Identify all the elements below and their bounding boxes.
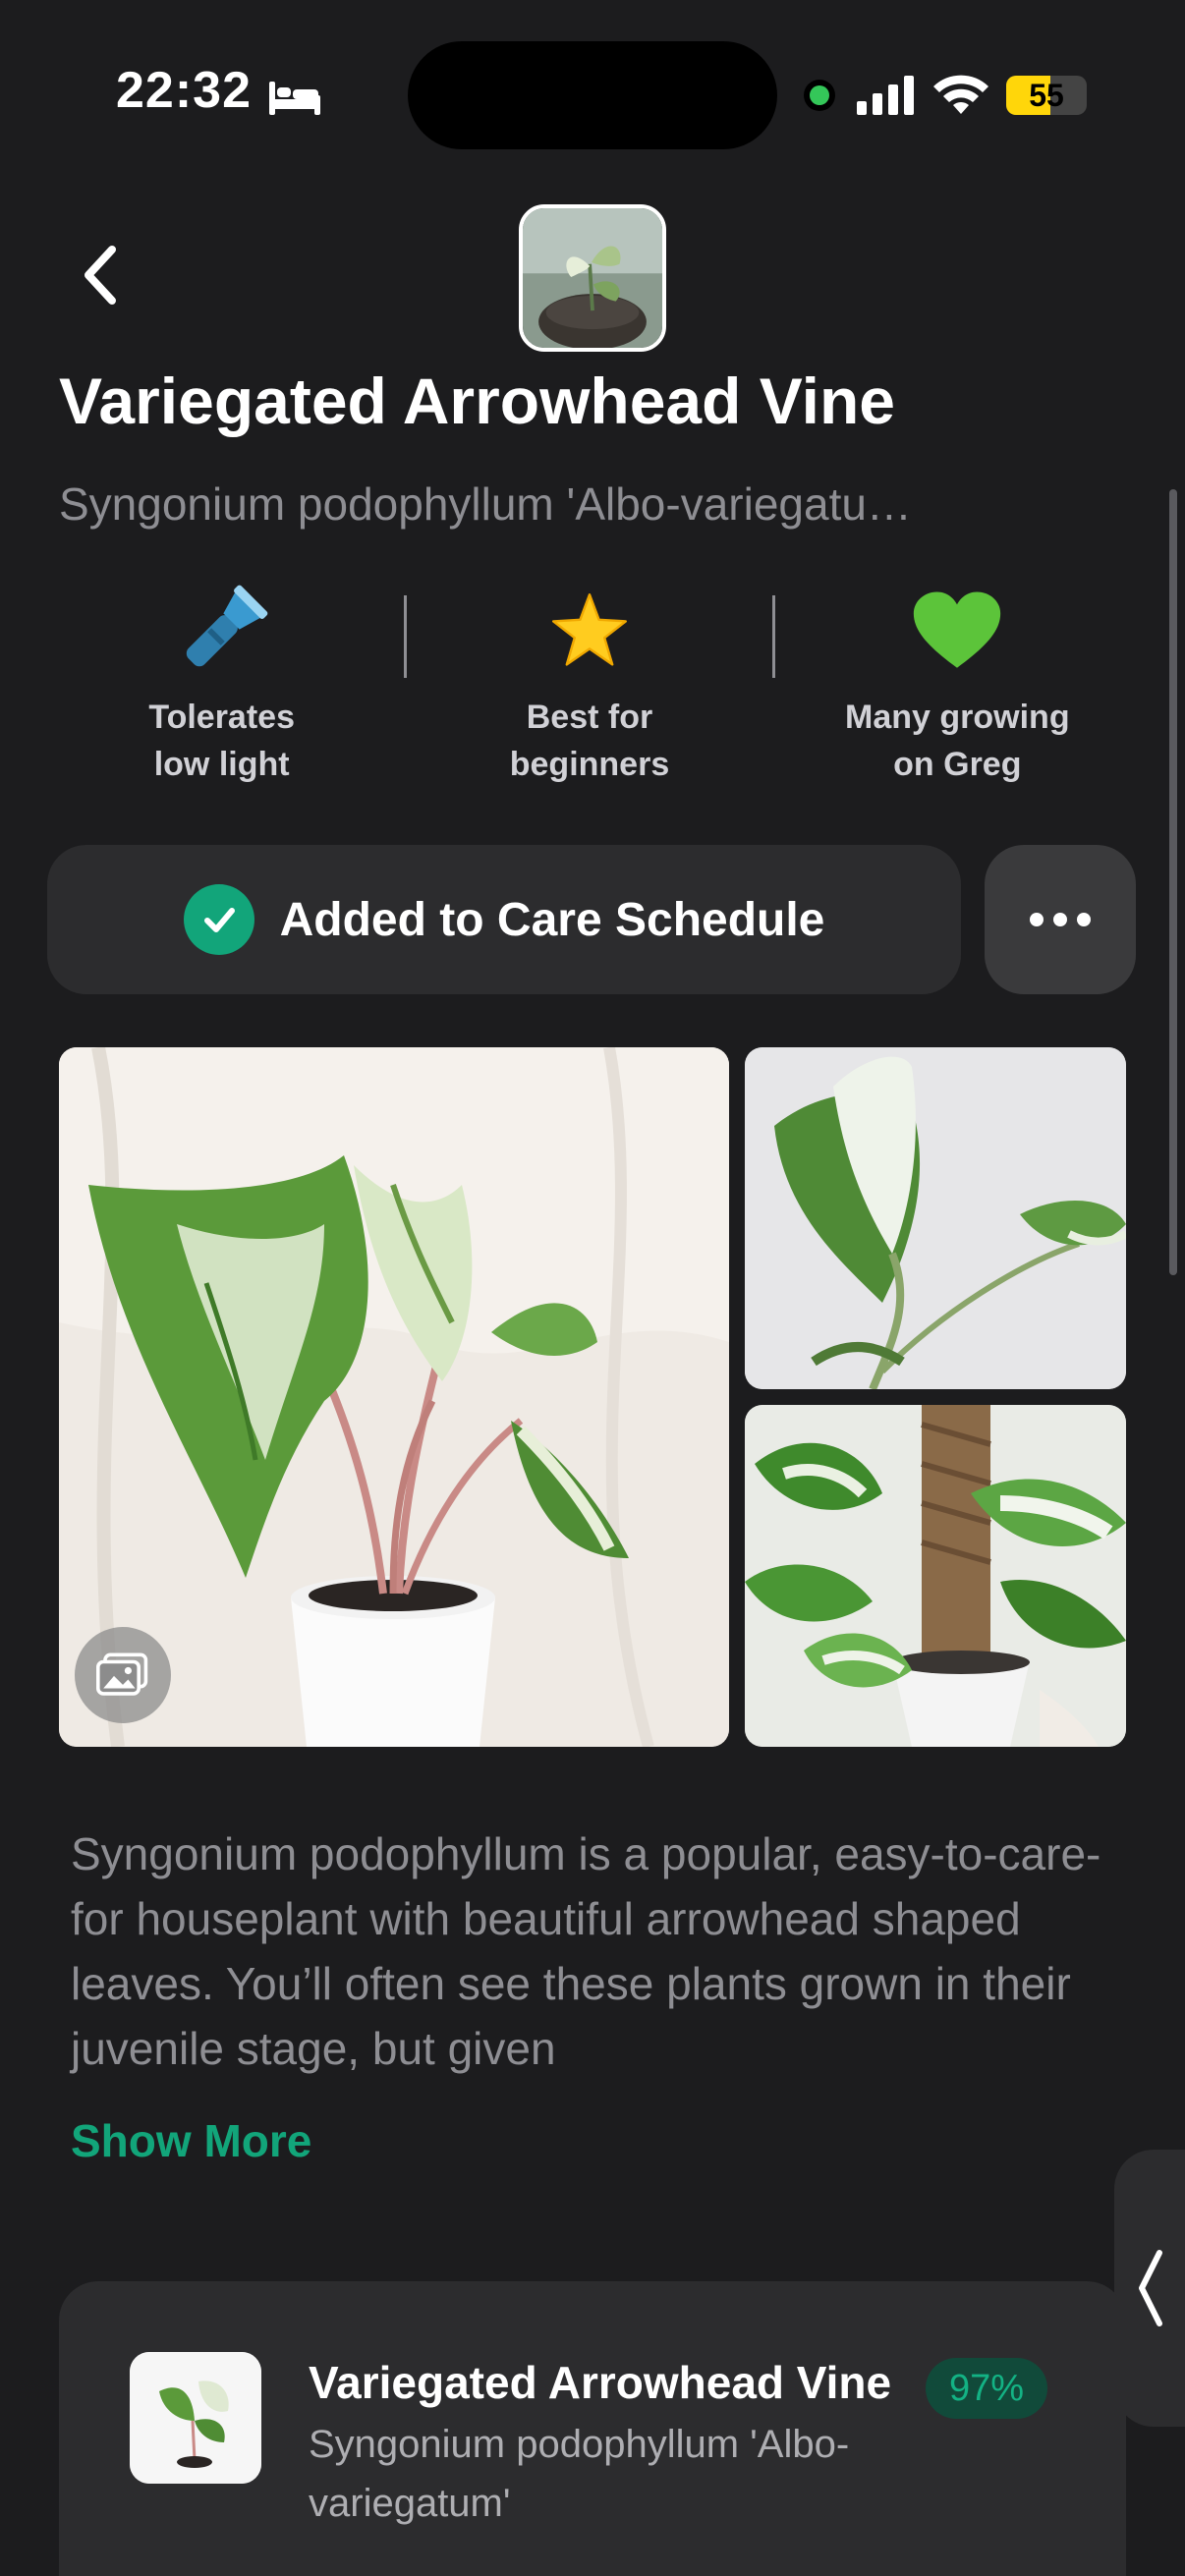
feature-beginners: Best for beginners [407, 582, 771, 788]
clock-text: 22:32 [116, 62, 252, 119]
identification-name: Variegated Arrowhead Vine [309, 2357, 892, 2408]
back-button[interactable] [71, 236, 130, 314]
cellular-signal-icon [857, 76, 914, 115]
ellipsis-icon [1030, 913, 1044, 926]
scrollbar[interactable] [1169, 489, 1177, 1275]
show-more-link[interactable]: Show More [71, 2114, 311, 2167]
feature-label: Tolerates low light [148, 699, 295, 783]
status-time: 22:32 [116, 61, 322, 120]
flashlight-icon [175, 582, 269, 680]
added-to-care-schedule-button[interactable]: Added to Care Schedule [47, 845, 961, 994]
feature-highlights: Tolerates low light Best for beginners M… [39, 582, 1140, 788]
scientific-name: Syngonium podophyllum 'Albo-variegatu… [59, 478, 912, 530]
star-icon [550, 582, 629, 680]
green-heart-icon [912, 582, 1002, 680]
feature-label: Many growing on Greg [845, 699, 1070, 783]
plant-photo-secondary[interactable] [745, 1047, 1126, 1389]
care-button-label: Added to Care Schedule [279, 893, 825, 946]
feature-many-growing: Many growing on Greg [775, 582, 1140, 788]
chevron-left-icon [1139, 2250, 1162, 2326]
battery-indicator: 55 [1006, 76, 1087, 115]
plant-photo-small [523, 208, 662, 348]
identification-card[interactable]: Variegated Arrowhead Vine 97% Syngonium … [59, 2281, 1126, 2576]
ellipsis-dot [1077, 913, 1091, 926]
chevron-left-icon [85, 246, 116, 305]
ellipsis-dot [1053, 913, 1067, 926]
photo-gallery-icon[interactable] [75, 1627, 171, 1723]
page-title: Variegated Arrowhead Vine [59, 364, 895, 437]
identification-thumbnail [130, 2352, 261, 2484]
plant-photo-main[interactable] [59, 1047, 729, 1747]
camera-in-use-indicator [810, 85, 829, 105]
feature-label: Best for beginners [509, 699, 670, 783]
confidence-badge: 97% [926, 2358, 1048, 2419]
more-options-button[interactable] [985, 845, 1136, 994]
checkmark-icon [183, 884, 254, 955]
battery-percentage: 55 [1029, 77, 1064, 113]
status-indicators: 55 [810, 75, 1087, 116]
bed-icon [267, 71, 322, 115]
plant-description: Syngonium podophyllum is a popular, easy… [71, 1828, 1101, 2074]
dynamic-island [408, 41, 777, 149]
plant-avatar-thumbnail[interactable] [519, 204, 666, 352]
plant-photo-tertiary[interactable] [745, 1405, 1126, 1747]
identification-scientific-name: Syngonium podophyllum 'Albo-variegatum' [309, 2423, 850, 2525]
feature-low-light: Tolerates low light [39, 582, 404, 788]
wifi-icon [933, 75, 988, 114]
